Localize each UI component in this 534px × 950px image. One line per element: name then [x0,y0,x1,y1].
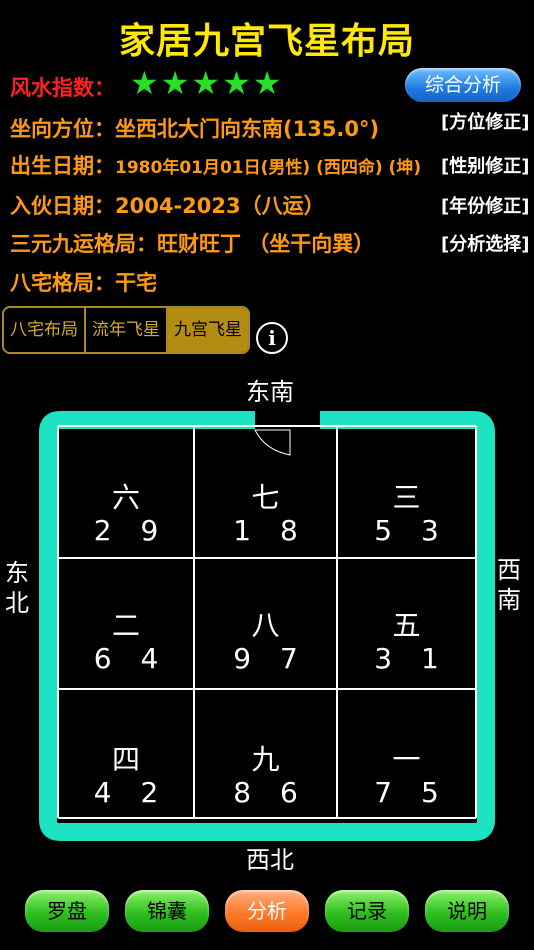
palace-cell-bottom-right[interactable]: 一 7 5 [337,744,476,810]
cell-stars: 9 7 [233,642,308,675]
cell-stars: 2 9 [93,514,169,547]
cell-stars: 1 8 [233,514,308,547]
cell-gua: 四 [111,743,140,776]
cell-stars: 6 4 [93,642,169,675]
palace-cell-center[interactable]: 八 9 7 [194,610,337,676]
cell-gua: 八 [251,609,280,642]
palace-cell-middle-right[interactable]: 五 3 1 [337,610,476,676]
cell-gua: 九 [251,743,280,776]
palace-cell-bottom-left[interactable]: 四 4 2 [58,744,194,810]
door-icon [254,429,291,456]
cell-stars: 5 3 [374,514,449,547]
cell-stars: 8 6 [233,776,308,809]
cell-stars: 4 2 [93,776,169,809]
door-wall-edge [255,411,268,430]
cell-gua: 一 [392,743,421,776]
cell-gua: 五 [392,609,421,642]
cell-gua: 二 [111,609,140,642]
palace-cell-top-right[interactable]: 三 5 3 [337,482,476,548]
palace-cell-middle-left[interactable]: 二 6 4 [58,610,194,676]
records-button[interactable]: 记录 [325,890,409,932]
cell-gua: 三 [392,481,421,514]
cell-stars: 7 5 [374,776,449,809]
app-screen: 家居九宫飞星布局 风水指数： ★ ★ ★ ★ ★ 综合分析 坐向方位：坐西北大门… [0,0,534,950]
help-button[interactable]: 说明 [425,890,509,932]
palace-cell-southeast-left[interactable]: 六 2 9 [58,482,194,548]
palace-cell-bottom-center[interactable]: 九 8 6 [194,744,337,810]
palace-cell-top-center[interactable]: 七 1 8 [194,482,337,548]
cell-stars: 3 1 [374,642,449,675]
compass-button[interactable]: 罗盘 [25,890,109,932]
tips-button[interactable]: 锦囊 [125,890,209,932]
analysis-button[interactable]: 分析 [225,890,309,932]
cell-gua: 六 [111,481,140,514]
cell-gua: 七 [251,481,280,514]
